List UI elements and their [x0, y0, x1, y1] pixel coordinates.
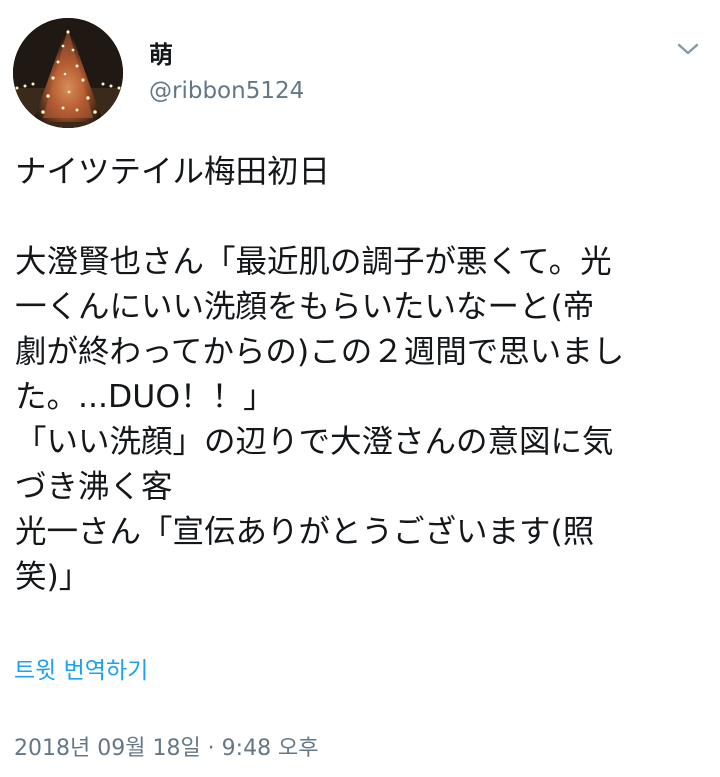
chevron-down-icon[interactable] [673, 34, 703, 64]
avatar[interactable] [13, 18, 123, 128]
translate-tweet-link[interactable]: 트윗 번역하기 [14, 655, 148, 687]
tweet-line: 光一さん「宣伝ありがとうございます(照 [15, 514, 595, 550]
tweet-line: 大澄賢也さん「最近肌の調子が悪くて。光 [15, 244, 612, 280]
christmas-tree-lights-avatar [13, 18, 123, 128]
tweet-text: ナイツテイル梅田初日 大澄賢也さん「最近肌の調子が悪くて。光 一くんにいい洗顔を… [15, 150, 707, 600]
tweet-line [15, 195, 707, 240]
tweet-card: 萌 @ribbon5124 ナイツテイル梅田初日 大澄賢也さん「最近肌の調子が悪… [0, 0, 720, 777]
tweet-line: 劇が終わってからの)この２週間で思いまし [15, 334, 625, 370]
tweet-line: ナイツテイル梅田初日 [15, 154, 331, 190]
display-name[interactable]: 萌 [149, 40, 173, 70]
tweet-line: た。...DUO！！」 [15, 379, 275, 415]
tweet-line: 笑)」 [15, 559, 91, 595]
tweet-line: 一くんにいい洗顔をもらいたいなーと(帝 [15, 289, 595, 325]
user-handle[interactable]: @ribbon5124 [149, 76, 304, 106]
tweet-line: づき沸く客 [15, 469, 173, 505]
tweet-line: 「いい洗顔」の辺りで大澄さんの意図に気 [15, 424, 614, 460]
tweet-timestamp[interactable]: 2018년 09월 18일 · 9:48 오후 [14, 733, 319, 765]
